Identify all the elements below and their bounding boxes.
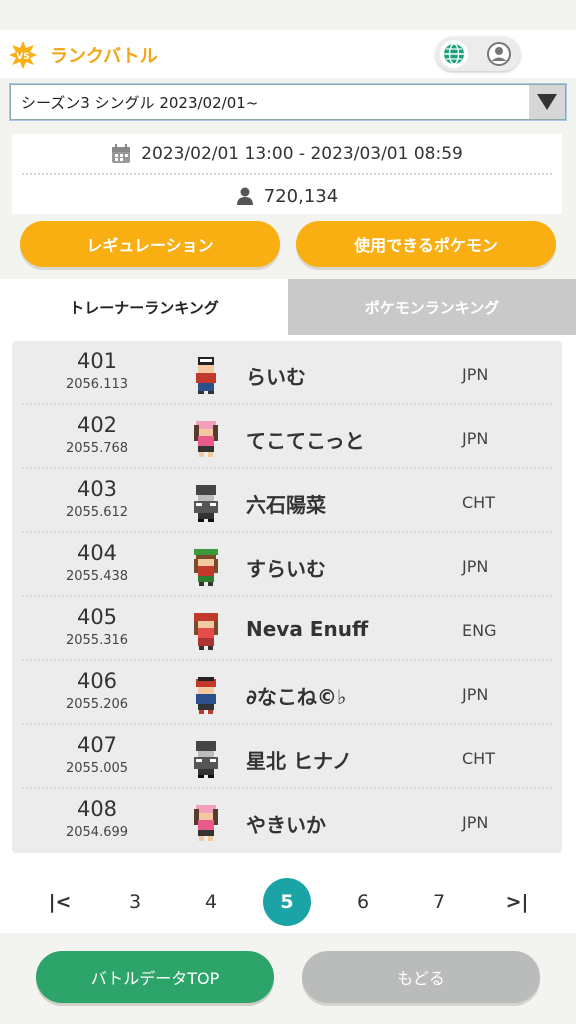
season-select[interactable]: シーズン3 シングル 2023/02/01~	[10, 84, 566, 120]
pagination: |< 3 4 5 6 7 >|	[0, 858, 576, 934]
dropdown-arrow-icon[interactable]	[529, 85, 565, 119]
ranking-row[interactable]: 405 2055.316 Neva Enuff ENG	[12, 597, 562, 661]
person-icon	[236, 187, 253, 205]
country-code: CHT	[462, 493, 495, 512]
back-button[interactable]: もどる	[302, 951, 540, 1003]
rank-number: 405	[76, 605, 118, 629]
trainer-name: てこてこっと	[246, 429, 365, 453]
tab-trainer-ranking[interactable]: トレーナーランキング	[0, 279, 288, 335]
rank-number: 407	[76, 733, 118, 757]
app-header: VS ランクバトル	[0, 30, 576, 78]
calendar-icon	[112, 144, 131, 163]
trainer-name: 星北 ヒナノ	[246, 749, 352, 773]
page-title: ランクバトル	[50, 46, 158, 67]
participant-count: 720,134	[12, 178, 562, 214]
trainer-avatar-icon	[196, 677, 216, 714]
ranking-row[interactable]: 407 2055.005 星北 ヒナノ CHT	[12, 725, 562, 789]
country-code: JPN	[462, 429, 489, 448]
season-period-text: 2023/02/01 13:00 - 2023/03/01 08:59	[141, 144, 463, 164]
battle-data-top-button[interactable]: バトルデータTOP	[36, 951, 274, 1003]
trainer-avatar-icon	[196, 357, 216, 394]
rating-value: 2056.113	[65, 377, 129, 392]
trainer-avatar-icon	[194, 741, 218, 778]
first-page-button[interactable]: |<	[36, 878, 84, 926]
rank-number: 402	[76, 413, 118, 437]
ranking-row[interactable]: 401 2056.113 らいむ JPN	[12, 341, 562, 405]
tab-pokemon-ranking[interactable]: ポケモンランキング	[288, 279, 576, 335]
trainer-avatar-icon	[194, 613, 218, 650]
rating-value: 2055.316	[65, 633, 129, 648]
participant-count-text: 720,134	[263, 185, 339, 207]
page-button-6[interactable]: 6	[339, 878, 387, 926]
page-button-current[interactable]: 5	[263, 878, 311, 926]
page-button-3[interactable]: 3	[111, 878, 159, 926]
divider	[22, 173, 552, 175]
page-button-4[interactable]: 4	[187, 878, 235, 926]
regulation-button[interactable]: レギュレーション	[20, 221, 280, 267]
trainer-name: やきいか	[246, 813, 326, 837]
trainer-name: すらいむ	[246, 557, 326, 581]
trainer-avatar-icon	[194, 421, 218, 457]
rank-number: 401	[76, 349, 118, 373]
country-code: JPN	[462, 557, 489, 576]
rating-value: 2055.438	[65, 569, 129, 584]
trainer-avatar-icon	[194, 485, 218, 522]
season-info-box: 2023/02/01 13:00 - 2023/03/01 08:59 720,…	[12, 134, 562, 214]
rating-value: 2055.768	[65, 441, 129, 456]
season-period: 2023/02/01 13:00 - 2023/03/01 08:59	[12, 134, 562, 174]
rank-number: 404	[76, 541, 118, 565]
ranking-row[interactable]: 408 2054.699 やきいか JPN	[12, 789, 562, 853]
footer: バトルデータTOP もどる	[0, 934, 576, 1024]
trainer-name: ∂なこね©♭	[246, 685, 347, 709]
trainer-name: 六石陽菜	[246, 493, 326, 517]
ranking-list: 401 2056.113 らいむ JPN 402 2055.768 てこてこっと…	[12, 341, 562, 853]
country-code: CHT	[462, 749, 495, 768]
rank-number: 406	[76, 669, 118, 693]
trainer-avatar-icon	[194, 549, 218, 586]
ranking-row[interactable]: 404 2055.438 すらいむ JPN	[12, 533, 562, 597]
status-bar-area	[0, 0, 576, 30]
ranking-row[interactable]: 402 2055.768 てこてこっと JPN	[12, 405, 562, 469]
usable-pokemon-button[interactable]: 使用できるポケモン	[296, 221, 556, 267]
rating-value: 2055.612	[65, 505, 129, 520]
user-icon[interactable]	[482, 40, 516, 68]
country-code: JPN	[462, 685, 489, 704]
country-code: ENG	[462, 621, 497, 640]
ranking-tabs: トレーナーランキング ポケモンランキング	[0, 279, 576, 335]
season-select-value: シーズン3 シングル 2023/02/01~	[21, 93, 259, 112]
rating-value: 2054.699	[65, 825, 129, 840]
ranking-panel: 401 2056.113 らいむ JPN 402 2055.768 てこてこっと…	[0, 335, 576, 933]
vs-badge-text: VS	[16, 52, 29, 62]
trainer-avatar-icon	[194, 805, 218, 841]
page-button-7[interactable]: 7	[415, 878, 463, 926]
country-code: JPN	[462, 813, 489, 832]
trainer-name: Neva Enuff	[246, 617, 369, 641]
rating-value: 2055.005	[65, 761, 129, 776]
globe-icon[interactable]	[440, 40, 468, 68]
language-user-toggle[interactable]	[436, 37, 520, 71]
trainer-name: らいむ	[246, 365, 306, 389]
vs-badge-icon: VS	[9, 41, 37, 69]
rating-value: 2055.206	[65, 697, 129, 712]
rank-number: 403	[76, 477, 118, 501]
rank-number: 408	[76, 797, 118, 821]
ranking-row[interactable]: 403 2055.612 六石陽菜 CHT	[12, 469, 562, 533]
last-page-button[interactable]: >|	[493, 878, 541, 926]
country-code: JPN	[462, 365, 489, 384]
ranking-row[interactable]: 406 2055.206 ∂なこね©♭ JPN	[12, 661, 562, 725]
